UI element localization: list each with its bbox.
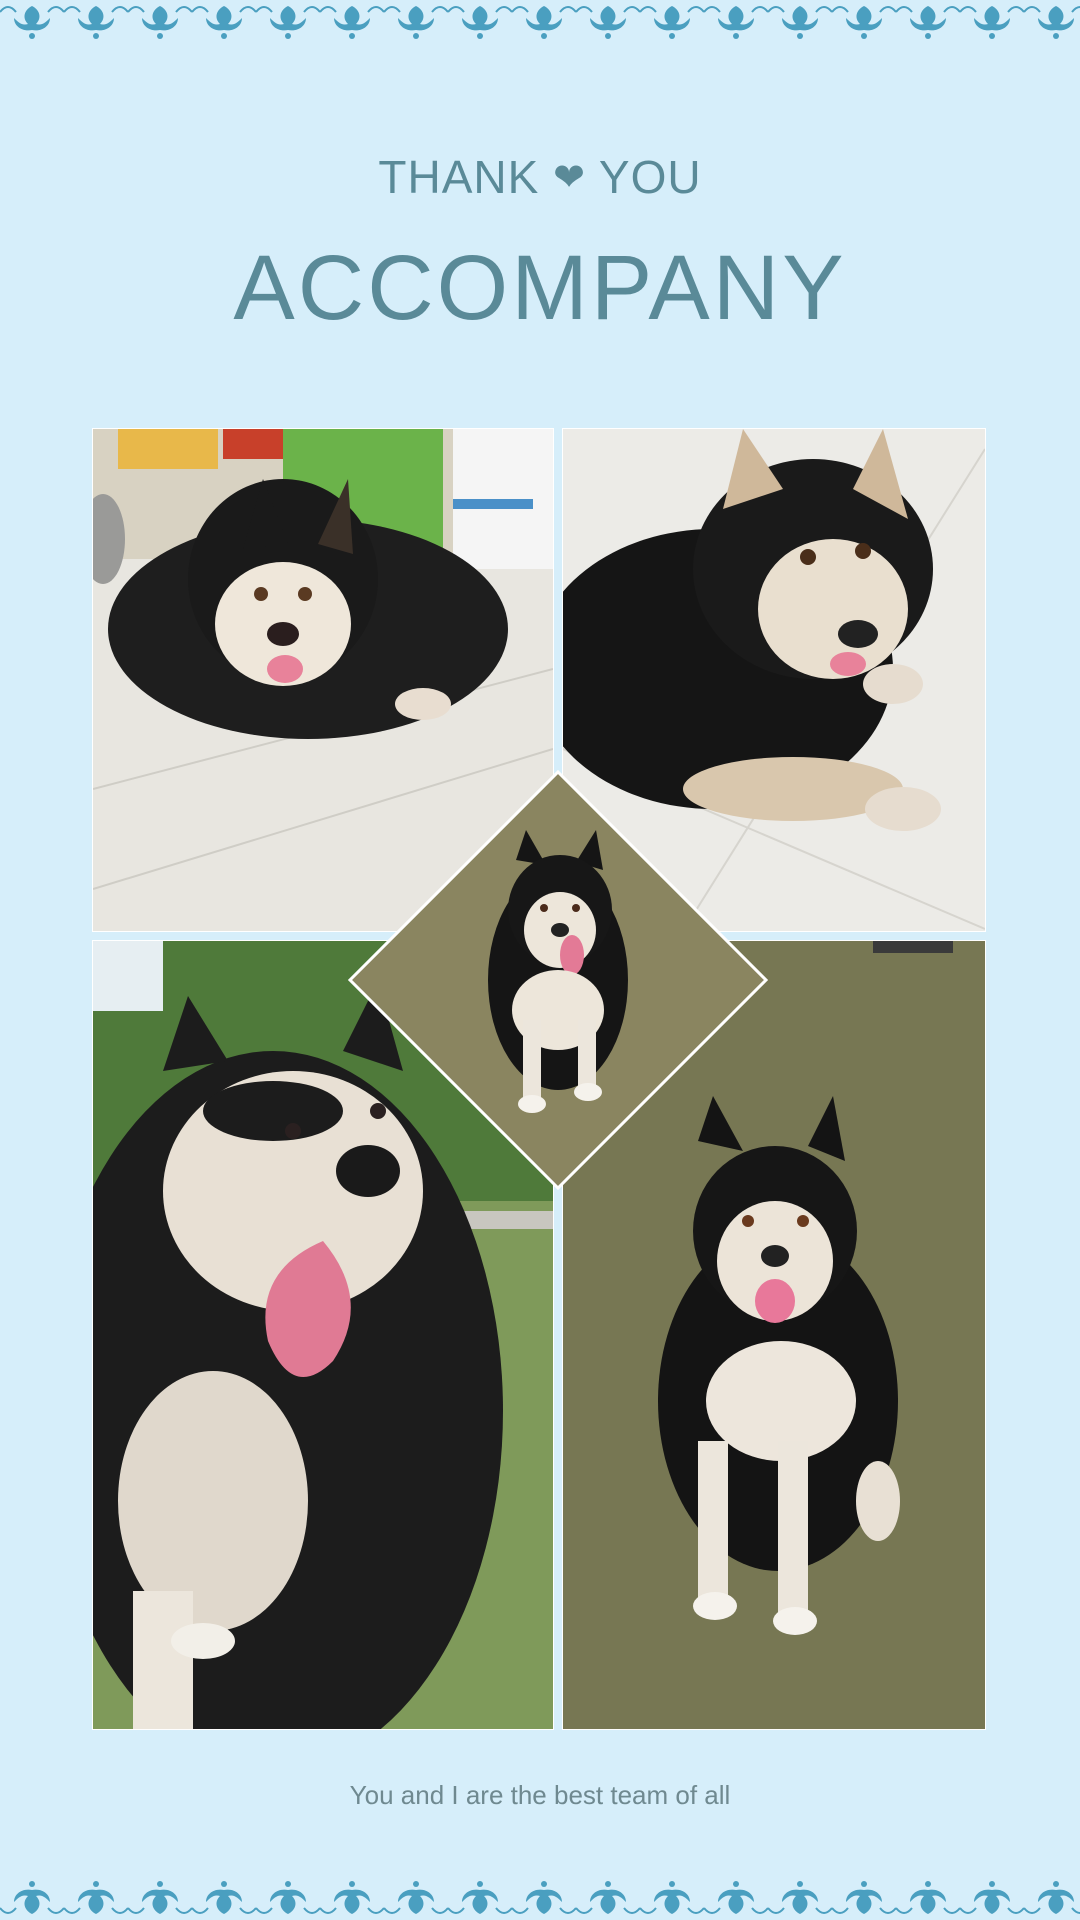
thank-text: THANK xyxy=(378,151,540,203)
thank-you-heading: THANK ❤ YOU xyxy=(0,150,1080,204)
photo-center-diamond xyxy=(347,769,769,1191)
heart-icon: ❤ xyxy=(553,157,586,199)
top-ornament-border xyxy=(0,0,1080,48)
footer-tagline: You and I are the best team of all xyxy=(349,1780,731,1810)
bottom-ornament-border xyxy=(0,1872,1080,1920)
page-title: ACCOMPANY xyxy=(233,237,847,339)
you-text: YOU xyxy=(598,151,702,203)
